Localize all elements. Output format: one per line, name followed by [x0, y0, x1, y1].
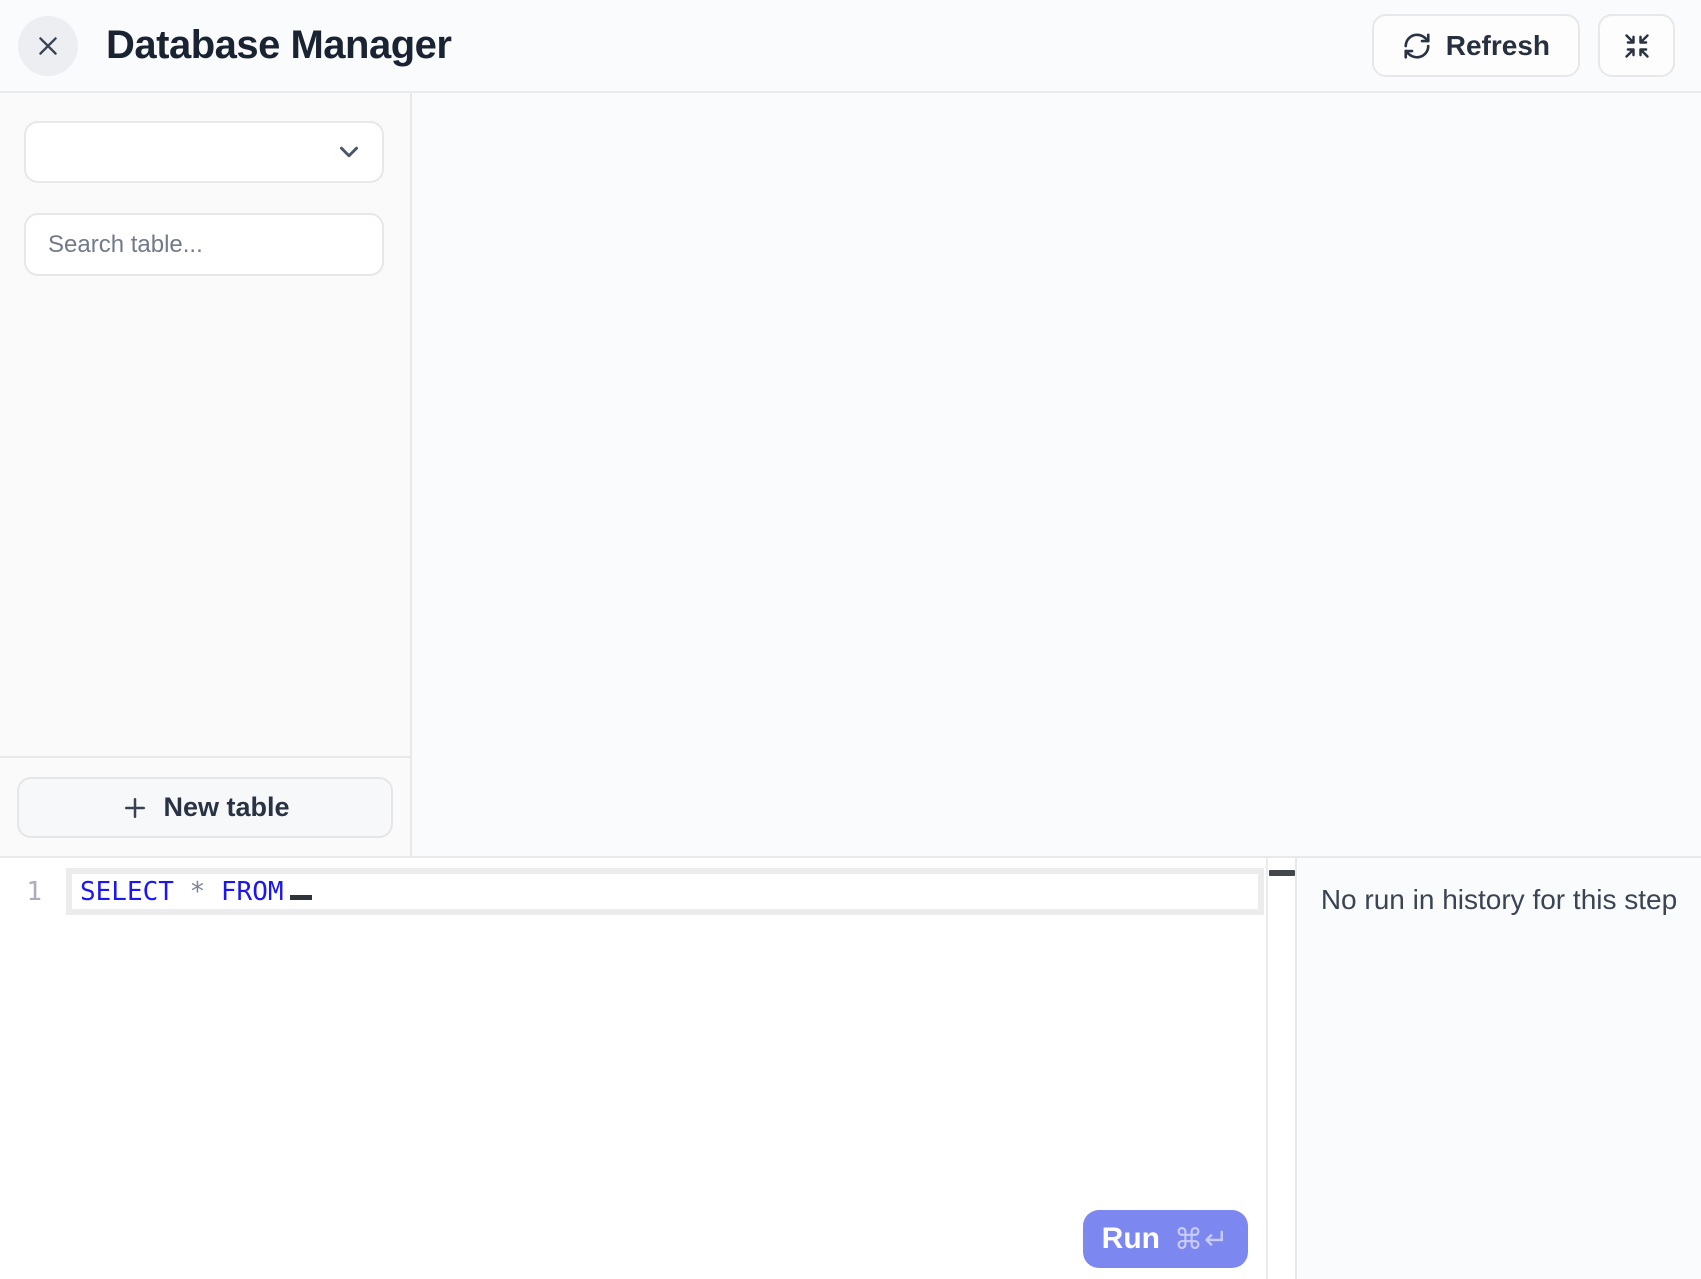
content-area: New table	[0, 93, 1701, 856]
main-canvas	[412, 93, 1701, 856]
sql-keyword-from: FROM	[221, 877, 284, 907]
refresh-icon	[1402, 31, 1432, 61]
table-select[interactable]	[24, 121, 384, 183]
run-shortcut: ⌘↵	[1174, 1222, 1229, 1257]
expand-button[interactable]	[1598, 14, 1675, 77]
command-key-icon: ⌘	[1174, 1224, 1204, 1256]
refresh-button[interactable]: Refresh	[1372, 14, 1580, 77]
editor-scrollbar-track	[1266, 858, 1295, 1279]
sql-editor[interactable]: 1 SELECT * FROM Run ⌘↵	[0, 858, 1297, 1279]
run-label: Run	[1102, 1222, 1160, 1256]
sql-operator-star: *	[190, 877, 206, 907]
results-panel: No run in history for this step	[1297, 858, 1701, 1279]
code-line[interactable]: SELECT * FROM	[66, 868, 1264, 915]
refresh-label: Refresh	[1446, 30, 1550, 62]
close-button[interactable]	[18, 16, 78, 76]
header-actions: Refresh	[1372, 14, 1675, 77]
sidebar-footer: New table	[0, 756, 410, 856]
editor-scrollbar-thumb[interactable]	[1269, 870, 1295, 876]
new-table-button[interactable]: New table	[17, 777, 393, 838]
text-cursor	[290, 895, 312, 900]
sidebar: New table	[0, 93, 412, 856]
editor-row: 1 SELECT * FROM Run ⌘↵ No run in history…	[0, 856, 1701, 1279]
new-table-label: New table	[163, 792, 289, 823]
sql-keyword-select: SELECT	[80, 877, 174, 907]
empty-history-message: No run in history for this step	[1297, 884, 1701, 916]
line-number: 1	[0, 868, 64, 915]
plus-icon	[120, 793, 150, 823]
search-input[interactable]	[24, 213, 384, 276]
database-manager-window: Database Manager Refresh	[0, 0, 1701, 1279]
expand-icon	[1623, 32, 1651, 60]
table-list	[0, 276, 410, 756]
header: Database Manager Refresh	[0, 0, 1701, 93]
return-key-icon: ↵	[1204, 1224, 1229, 1256]
close-icon	[35, 33, 61, 59]
run-button[interactable]: Run ⌘↵	[1083, 1210, 1248, 1268]
chevron-down-icon	[334, 137, 364, 167]
page-title: Database Manager	[106, 23, 451, 68]
